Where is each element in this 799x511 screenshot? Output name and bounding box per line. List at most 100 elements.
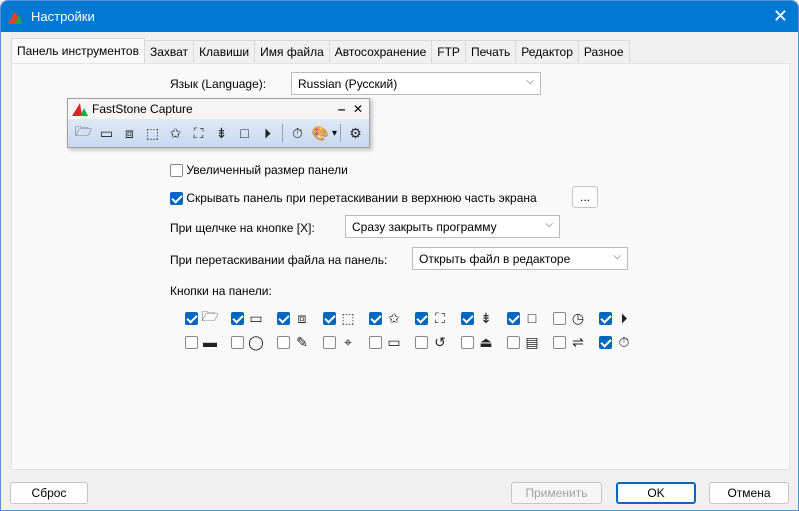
timer-icon: ⏱ <box>618 333 630 350</box>
fullscreen-icon: ⛶ <box>193 124 204 141</box>
settings-icon: ⚙ <box>349 124 362 141</box>
panel-button-option[interactable]: ▭ <box>369 334 415 351</box>
panel-button-option[interactable]: ▤ <box>507 334 553 351</box>
rectangle-region-icon: ⬚ <box>145 124 160 141</box>
panel-buttons-label: Кнопки на панели: <box>170 284 272 298</box>
panel-button-option[interactable]: ▭ <box>231 310 277 327</box>
scrolling-icon: ⇟ <box>480 309 492 326</box>
fixed-region-icon: □ <box>527 310 537 326</box>
reset-button[interactable]: Сброс <box>10 482 88 504</box>
drag-file-value: Открыть файл в редакторе <box>419 252 571 266</box>
window-title: Настройки <box>31 9 95 24</box>
panel-button-checkbox[interactable] <box>553 311 566 325</box>
panel-button-option[interactable]: ⧈ <box>277 310 323 327</box>
timer-icon: ⏱ <box>292 124 303 141</box>
tab-5[interactable]: FTP <box>431 40 466 63</box>
panel-button-checkbox[interactable] <box>507 335 520 349</box>
panel-button-checkbox[interactable] <box>231 335 244 349</box>
panel-button-checkbox[interactable] <box>185 311 198 325</box>
panel-button-checkbox[interactable] <box>369 311 382 325</box>
screen-recorder-icon: ⏵ <box>264 124 271 141</box>
panel-button-option[interactable]: ⛶ <box>415 310 461 327</box>
panel-button-checkbox[interactable] <box>507 311 520 325</box>
chevron-down-icon: ⌵ <box>545 219 553 230</box>
delay-icon: ◷ <box>571 309 585 326</box>
tab-3[interactable]: Имя файла <box>254 40 330 63</box>
pdf-icon: ▤ <box>525 333 539 350</box>
close-click-select[interactable]: Сразу закрыть программу ⌵ <box>345 215 560 238</box>
panel-button-option[interactable]: ◯ <box>231 334 277 351</box>
panel-button-option[interactable]: ⬚ <box>323 310 369 327</box>
large-panel-checkbox[interactable] <box>170 164 183 178</box>
object-icon: ⧈ <box>125 124 134 141</box>
drag-file-label: При перетаскивании файла на панель: <box>170 253 388 267</box>
hide-panel-checkbox[interactable] <box>170 192 183 206</box>
app-logo-icon <box>7 9 23 25</box>
close-click-value: Сразу закрыть программу <box>352 220 497 234</box>
chevron-down-icon: ⌵ <box>526 76 534 87</box>
large-panel-label: Увеличенный размер панели <box>186 163 348 177</box>
panel-button-option[interactable]: ✩ <box>369 310 415 327</box>
panel-button-checkbox[interactable] <box>323 335 336 349</box>
panel-button-option[interactable]: ◷ <box>553 310 599 327</box>
tab-2[interactable]: Клавиши <box>193 40 256 63</box>
cancel-button[interactable]: Отмена <box>709 482 789 504</box>
tab-4[interactable]: Автосохранение <box>328 40 433 63</box>
hide-panel-settings-button[interactable]: ... <box>572 186 598 208</box>
magnifier-icon: ◯ <box>248 333 264 350</box>
panel-button-option[interactable]: □ <box>507 310 553 326</box>
large-panel-option[interactable]: Увеличенный размер панели <box>170 163 348 178</box>
freehand-region-icon: ✩ <box>169 124 182 141</box>
minimize-icon: ‒ <box>338 102 345 116</box>
panel-button-option[interactable]: 🗁 <box>185 306 231 330</box>
ok-button[interactable]: OK <box>616 482 696 504</box>
freehand-icon: ✩ <box>388 309 400 326</box>
panel-button-option[interactable]: ⇌ <box>553 334 599 351</box>
tab-8[interactable]: Разное <box>577 40 630 63</box>
window-icon: ▭ <box>99 124 114 141</box>
window-icon: ▭ <box>249 309 263 326</box>
tab-1[interactable]: Захват <box>143 40 195 63</box>
panel-button-checkbox[interactable] <box>415 335 428 349</box>
panel-button-checkbox[interactable] <box>461 311 474 325</box>
apply-button[interactable]: Применить <box>511 482 602 504</box>
panel-button-option[interactable]: ▬ <box>185 334 231 350</box>
panel-button-checkbox[interactable] <box>553 335 566 349</box>
panel-button-option[interactable]: ✎ <box>277 334 323 351</box>
panel-button-checkbox[interactable] <box>369 335 382 349</box>
panel-button-option[interactable]: ⏏ <box>461 334 507 351</box>
panel-button-option[interactable]: ⇟ <box>461 310 507 327</box>
preview-close-icon: ✕ <box>352 102 363 116</box>
separator <box>282 124 283 142</box>
panel-button-option[interactable]: ⌖ <box>323 334 369 351</box>
ruler-icon: ▭ <box>387 333 401 350</box>
screen-bar-icon: ▬ <box>203 334 217 350</box>
tab-7[interactable]: Редактор <box>515 40 579 63</box>
tab-0[interactable]: Панель инструментов <box>11 38 145 63</box>
panel-button-option[interactable]: ↺ <box>415 334 461 351</box>
panel-button-checkbox[interactable] <box>185 335 198 349</box>
title-bar: Настройки ✕ <box>1 1 798 32</box>
recorder-icon: ⏵ <box>620 309 628 326</box>
panel-button-checkbox[interactable] <box>323 311 336 325</box>
preview-title: FastStone Capture <box>92 102 193 116</box>
panel-button-checkbox[interactable] <box>277 335 290 349</box>
panel-button-option[interactable]: ⏵ <box>599 310 645 327</box>
drag-file-select[interactable]: Открыть файл в редакторе ⌵ <box>412 247 628 270</box>
panel-button-checkbox[interactable] <box>461 335 474 349</box>
tab-6[interactable]: Печать <box>464 40 517 63</box>
panel-button-checkbox[interactable] <box>599 311 612 325</box>
panel-button-checkbox[interactable] <box>277 311 290 325</box>
hide-panel-option[interactable]: Скрывать панель при перетаскивании в вер… <box>170 191 537 206</box>
close-icon[interactable]: ✕ <box>773 6 788 27</box>
panel-button-checkbox[interactable] <box>415 311 428 325</box>
open-icon: 🗁 <box>201 308 219 324</box>
rectangle-icon: ⬚ <box>341 309 355 326</box>
panel-button-checkbox[interactable] <box>599 335 612 349</box>
hide-panel-label: Скрывать панель при перетаскивании в вер… <box>186 191 537 205</box>
language-select[interactable]: Russian (Русский) ⌵ <box>291 72 541 95</box>
panel-button-option[interactable]: ⏱ <box>599 334 645 351</box>
panel-button-checkbox[interactable] <box>231 311 244 325</box>
panel-buttons-grid: 🗁 ▭ ⧈ ⬚ ✩ ⛶ ⇟ □ ◷ ⏵ ▬ ◯ ✎ ⌖ ▭ ↺ ⏏ ▤ ⇌ ⏱ <box>185 306 645 354</box>
color-picker-icon: ✎ <box>296 333 308 350</box>
